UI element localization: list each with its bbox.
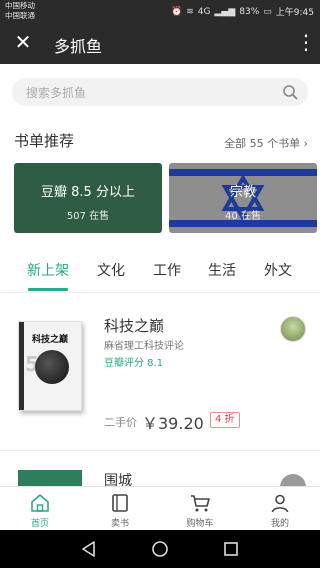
system-nav-bar xyxy=(0,530,320,568)
card-subtitle: 40 在售 xyxy=(225,211,261,222)
status-time: 上午9:45 xyxy=(275,8,314,18)
category-tabs: 新上架 文化 工作 生活 外文 xyxy=(0,252,320,292)
price-value: ￥39.20 xyxy=(142,414,204,433)
nav-label: 购物车 xyxy=(186,519,214,529)
signal-label: 4G xyxy=(197,6,211,17)
nav-label: 卖书 xyxy=(110,519,129,529)
wifi-icon: ≋ xyxy=(186,6,194,17)
close-icon[interactable]: ✕ xyxy=(12,31,34,53)
battery-level: 83% xyxy=(239,6,260,17)
tab-work[interactable]: 工作 xyxy=(153,260,181,280)
home-icon xyxy=(31,494,49,512)
active-tab-indicator xyxy=(28,288,68,291)
book-title[interactable]: 科技之巅 xyxy=(104,315,164,336)
booklist-card-religion[interactable]: 宗教 40 在售 xyxy=(169,163,317,233)
nav-sell[interactable]: 卖书 xyxy=(80,487,160,531)
user-icon xyxy=(271,494,289,513)
book-tag: 麻省理工科技评论 xyxy=(104,341,184,352)
nav-profile[interactable]: 我的 xyxy=(240,487,320,531)
nav-home[interactable]: 首页 xyxy=(0,487,80,531)
section-title: 书单推荐 xyxy=(14,132,75,150)
tab-life[interactable]: 生活 xyxy=(208,260,236,280)
battery-icon: ▭ xyxy=(263,6,272,17)
book-cover[interactable] xyxy=(18,470,82,486)
divider xyxy=(0,450,320,451)
search-placeholder: 搜索多抓鱼 xyxy=(26,86,87,100)
carrier-info: 中国移动 中国联通 xyxy=(5,1,35,21)
nav-label: 首页 xyxy=(30,519,49,529)
tab-foreign[interactable]: 外文 xyxy=(264,260,292,280)
search-icon[interactable] xyxy=(282,84,298,100)
home-circle-icon[interactable] xyxy=(151,540,169,558)
all-booklists-link[interactable]: 全部 55 个书单 › xyxy=(224,135,308,151)
back-icon[interactable] xyxy=(80,540,98,558)
app-title: 多抓鱼 xyxy=(54,37,103,56)
status-bar: 中国移动 中国联通 ⏰ ≋ 4G ▂▄▆ 83% ▭ 上午9:45 xyxy=(0,0,320,22)
book-cover[interactable]: 科技之巅 50 xyxy=(18,321,82,411)
more-vertical-icon[interactable]: ⋮ xyxy=(296,31,316,53)
divider xyxy=(0,292,320,293)
bottom-nav: 首页 卖书 购物车 我的 xyxy=(0,486,320,530)
book-icon xyxy=(112,494,128,512)
discount-badge: 4 折 xyxy=(210,412,240,428)
book-rating: 豆瓣评分 8.1 xyxy=(104,358,164,369)
cart-icon xyxy=(191,495,210,512)
signal-icon: ▂▄▆ xyxy=(214,6,236,17)
recents-icon[interactable] xyxy=(222,540,240,558)
alarm-icon: ⏰ xyxy=(171,6,183,17)
nav-label: 我的 xyxy=(270,519,289,529)
carrier-2: 中国联通 xyxy=(5,11,35,20)
nav-cart[interactable]: 购物车 xyxy=(160,487,240,531)
price-label: 二手价 xyxy=(104,416,137,429)
app-bar: ✕ 多抓鱼 ⋮ xyxy=(0,22,320,64)
card-subtitle: 507 在售 xyxy=(66,211,110,222)
carrier-1: 中国移动 xyxy=(5,1,35,10)
tab-new[interactable]: 新上架 xyxy=(27,260,69,280)
seller-avatar[interactable] xyxy=(280,316,306,342)
search-input[interactable]: 搜索多抓鱼 xyxy=(12,78,308,106)
booklist-card-douban[interactable]: 豆瓣 8.5 分以上 507 在售 xyxy=(14,163,162,233)
cover-art xyxy=(35,350,69,384)
card-title: 宗教 xyxy=(229,185,256,200)
cover-title: 科技之巅 xyxy=(31,335,68,345)
card-title: 豆瓣 8.5 分以上 xyxy=(41,185,135,200)
status-indicators: ⏰ ≋ 4G ▂▄▆ 83% ▭ 上午9:45 xyxy=(171,5,314,19)
tab-culture[interactable]: 文化 xyxy=(97,260,125,280)
